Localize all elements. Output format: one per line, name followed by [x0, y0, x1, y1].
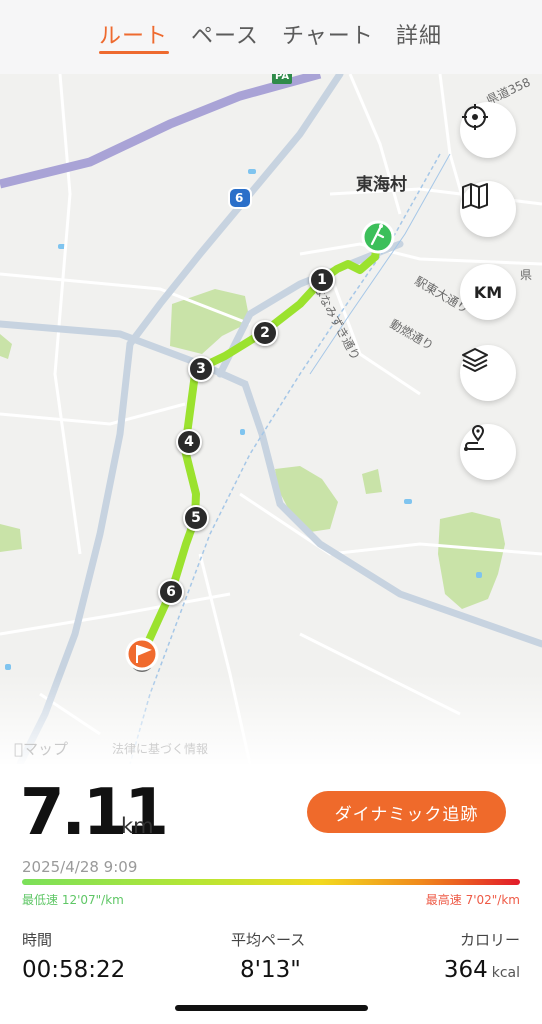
- stat-calories-unit: kcal: [491, 965, 520, 981]
- km-marker-6[interactable]: 6: [158, 579, 184, 605]
- map-canvas: [0, 74, 542, 764]
- distance-unit: km: [121, 814, 154, 838]
- layers-button[interactable]: [460, 345, 516, 401]
- km-marker-2[interactable]: 2: [252, 320, 278, 346]
- map-style-button[interactable]: [460, 181, 516, 237]
- home-indicator[interactable]: [175, 1005, 368, 1011]
- tab-chart[interactable]: チャート: [282, 18, 374, 50]
- pa-sign: PA: [275, 74, 290, 82]
- map-style-icon: [462, 183, 488, 209]
- route-pin-button[interactable]: [460, 424, 516, 480]
- dynamic-tracking-button[interactable]: ダイナミック追跡: [307, 791, 506, 833]
- locate-icon: [462, 104, 488, 130]
- layers-icon: [462, 348, 488, 372]
- tab-pace[interactable]: ペース: [191, 18, 259, 50]
- km-marker-5[interactable]: 5: [183, 505, 209, 531]
- route-pin-icon: [464, 425, 485, 451]
- activity-date: 2025/4/28 9:09: [22, 858, 138, 876]
- stat-calories-label: カロリー: [459, 931, 520, 949]
- stat-calories-value: 364: [443, 957, 488, 983]
- map-bottom-fade: [0, 674, 542, 764]
- tab-details[interactable]: 詳細: [396, 18, 442, 50]
- locate-button[interactable]: [460, 102, 516, 158]
- km-marker-3[interactable]: 3: [188, 356, 214, 382]
- town-name: 東海村: [356, 175, 407, 195]
- unit-toggle-label: KM: [473, 282, 503, 302]
- speed-max-label: 最高速 7'02"/km: [425, 893, 520, 907]
- maps-attribution: マップ: [14, 740, 68, 758]
- unit-toggle-button[interactable]: KM: [460, 264, 516, 320]
- km-marker-4[interactable]: 4: [176, 429, 202, 455]
- road-label-ken: 県: [520, 268, 533, 282]
- stat-pace-value: 8'13": [240, 957, 301, 983]
- speed-gradient-bar: [22, 879, 520, 885]
- tab-bar: ルート ペース チャート 詳細: [0, 0, 542, 74]
- stat-time-label: 時間: [22, 931, 53, 949]
- speed-min-label: 最低速 12'07"/km: [22, 893, 124, 907]
- legal-link[interactable]: 法律に基づく情報: [112, 740, 208, 757]
- route-6-shield: 6: [235, 191, 244, 205]
- summary-panel: 7.11 km ダイナミック追跡 2025/4/28 9:09 最低速 12'0…: [0, 764, 542, 1024]
- active-tab-indicator: [99, 51, 169, 54]
- stat-pace-label: 平均ペース: [231, 931, 306, 949]
- distance-value: 7.11: [20, 776, 169, 850]
- km-marker-1[interactable]: 1: [309, 267, 335, 293]
- stat-calories: 364 kcal: [444, 957, 520, 983]
- route-map[interactable]: 6 PA 東海村 県道358号 駅東大通り はなみずき通り 動燃通り 県 1 2…: [0, 74, 542, 764]
- tab-route[interactable]: ルート: [99, 18, 168, 50]
- stat-time-value: 00:58:22: [22, 957, 126, 983]
